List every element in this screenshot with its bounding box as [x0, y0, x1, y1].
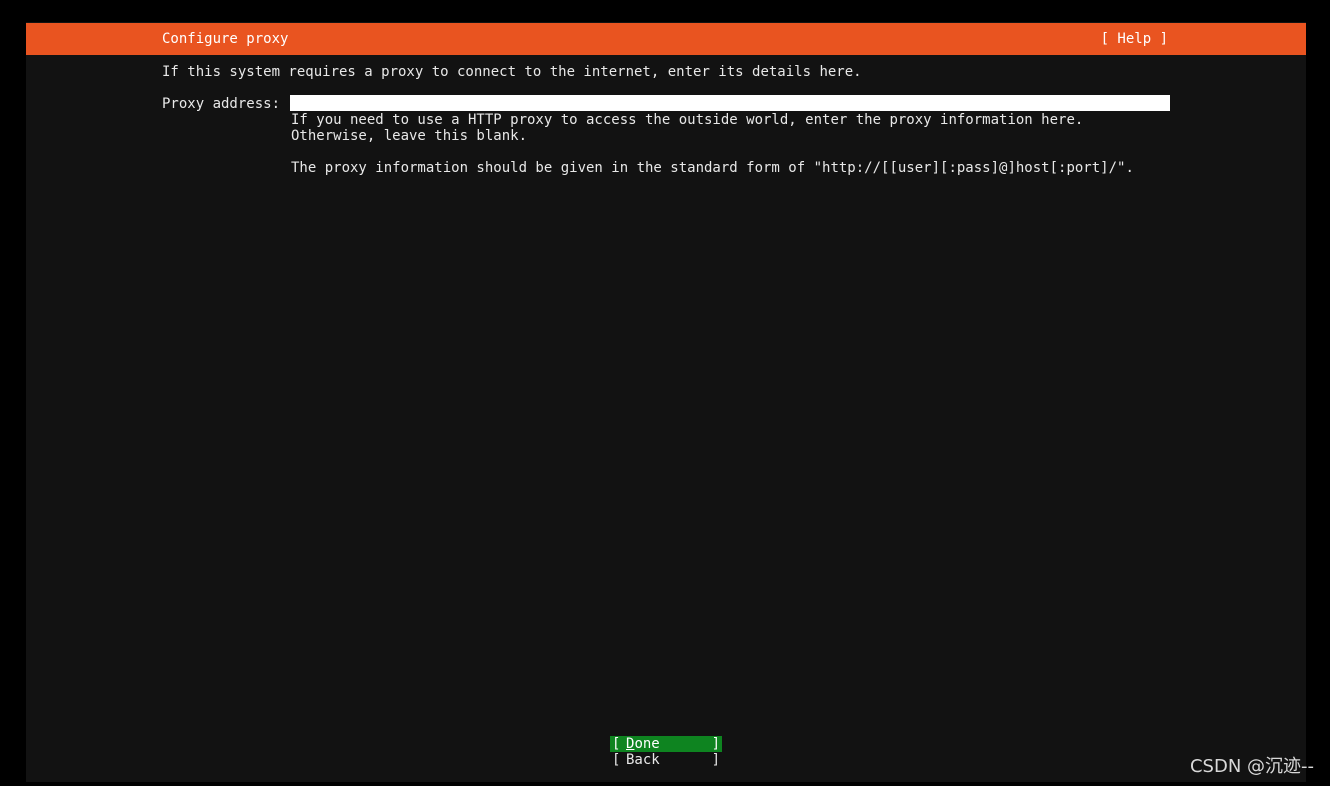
installer-screen: Configure proxy [ Help ] If this system …: [26, 22, 1306, 782]
done-open-bracket: [: [612, 736, 621, 752]
back-button[interactable]: [ Back ]: [610, 752, 722, 768]
back-close-bracket: ]: [711, 752, 720, 768]
done-button[interactable]: [ Done ]: [610, 736, 722, 752]
proxy-address-label: Proxy address:: [162, 96, 281, 112]
proxy-format-text: The proxy information should be given in…: [291, 160, 1134, 176]
done-label: Done: [626, 736, 660, 752]
help-button[interactable]: [ Help ]: [1101, 31, 1168, 47]
proxy-address-input[interactable]: [290, 95, 1170, 111]
intro-text: If this system requires a proxy to conne…: [162, 64, 862, 80]
title-bar: Configure proxy [ Help ]: [26, 23, 1306, 55]
back-open-bracket: [: [612, 752, 621, 768]
watermark-text: CSDN @沉迹--: [1189, 756, 1314, 777]
back-label: Back: [626, 752, 660, 768]
done-close-bracket: ]: [711, 736, 720, 752]
proxy-help-text: If you need to use a HTTP proxy to acces…: [291, 112, 1092, 144]
done-label-rest: one: [634, 736, 660, 752]
page-title: Configure proxy: [162, 31, 289, 47]
